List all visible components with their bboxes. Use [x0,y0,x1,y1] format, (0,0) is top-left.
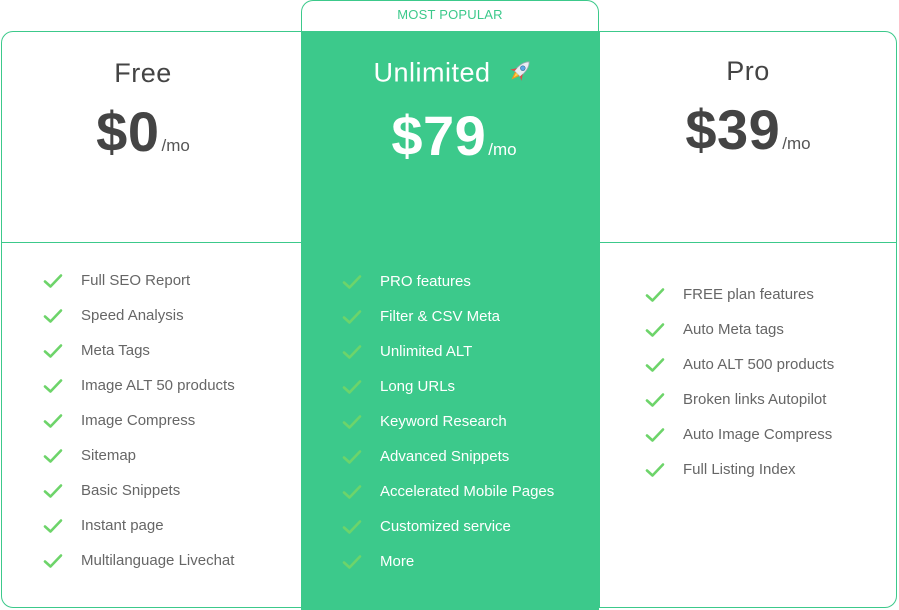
feature-label: Image Compress [81,412,196,429]
feature-label: Keyword Research [380,413,507,430]
checkmark-icon [43,343,63,359]
feature-item: Accelerated Mobile Pages [342,474,554,509]
price-period: /mo [161,136,190,155]
plan-free-features: Full SEO Report Speed Analysis Meta Tags Im… [43,263,235,578]
checkmark-icon [342,414,362,430]
price-period: /mo [782,134,811,153]
checkmark-icon [342,274,362,290]
plan-price: $79 [391,104,487,167]
feature-item: FREE plan features [645,277,834,312]
plan-price: $39 [685,98,781,161]
header-divider [1,242,897,243]
feature-item: Speed Analysis [43,298,235,333]
checkmark-icon [645,462,665,478]
plan-pro-header: Pro $39 /mo [599,56,897,162]
plan-free-header: Free $0 /mo [1,58,285,164]
most-popular-badge: MOST POPULAR [301,0,599,31]
feature-item: Auto Meta tags [645,312,834,347]
checkmark-icon [342,484,362,500]
feature-label: Basic Snippets [81,482,181,499]
feature-item: Long URLs [342,369,554,404]
feature-label: Auto Meta tags [683,321,784,338]
checkmark-icon [43,448,63,464]
feature-item: Basic Snippets [43,473,235,508]
checkmark-icon [342,519,362,535]
feature-label: Auto Image Compress [683,426,833,443]
feature-label: Auto ALT 500 products [683,356,835,373]
feature-item: Image ALT 50 products [43,368,235,403]
feature-label: FREE plan features [683,286,814,303]
feature-item: Multilanguage Livechat [43,543,235,578]
feature-label: PRO features [380,273,471,290]
feature-label: Filter & CSV Meta [380,308,501,325]
plan-name: Unlimited [373,57,491,88]
plan-unlimited-features: PRO features Filter & CSV Meta Unlimited A… [342,264,554,579]
checkmark-icon [645,427,665,443]
feature-label: Full Listing Index [683,461,796,478]
plan-unlimited-header: Unlimited $79 /mo [301,56,607,168]
feature-item: PRO features [342,264,554,299]
feature-label: Multilanguage Livechat [81,552,235,569]
feature-label: Accelerated Mobile Pages [380,483,555,500]
checkmark-icon [645,392,665,408]
feature-label: Broken links Autopilot [683,391,827,408]
checkmark-icon [43,308,63,324]
feature-item: Auto Image Compress [645,417,834,452]
plan-pro-features: FREE plan features Auto Meta tags Auto ALT… [645,277,834,487]
feature-label: Instant page [81,517,164,534]
feature-item: Auto ALT 500 products [645,347,834,382]
feature-label: Meta Tags [81,342,150,359]
feature-item: Full Listing Index [645,452,834,487]
checkmark-icon [342,309,362,325]
checkmark-icon [43,553,63,569]
checkmark-icon [645,357,665,373]
feature-item: More [342,544,554,579]
feature-label: Speed Analysis [81,307,184,324]
feature-label: Image ALT 50 products [81,377,235,394]
feature-item: Instant page [43,508,235,543]
checkmark-icon [342,554,362,570]
checkmark-icon [43,483,63,499]
feature-item: Customized service [342,509,554,544]
feature-label: Advanced Snippets [380,448,510,465]
checkmark-icon [342,344,362,360]
feature-label: Unlimited ALT [380,343,473,360]
plan-name: Pro [726,56,770,86]
feature-label: Sitemap [81,447,137,464]
feature-item: Image Compress [43,403,235,438]
checkmark-icon [342,379,362,395]
feature-item: Keyword Research [342,404,554,439]
checkmark-icon [43,413,63,429]
rocket-icon [505,56,535,93]
feature-item: Unlimited ALT [342,334,554,369]
price-period: /mo [488,140,517,159]
feature-label: Full SEO Report [81,272,191,289]
checkmark-icon [43,518,63,534]
checkmark-icon [645,287,665,303]
feature-item: Broken links Autopilot [645,382,834,417]
feature-item: Meta Tags [43,333,235,368]
plan-price: $0 [96,100,160,163]
feature-item: Sitemap [43,438,235,473]
plan-name: Free [114,58,172,88]
checkmark-icon [43,378,63,394]
feature-item: Filter & CSV Meta [342,299,554,334]
checkmark-icon [43,273,63,289]
feature-label: Long URLs [380,378,456,395]
feature-label: More [380,553,415,570]
checkmark-icon [342,449,362,465]
feature-label: Customized service [380,518,511,535]
feature-item: Advanced Snippets [342,439,554,474]
checkmark-icon [645,322,665,338]
feature-item: Full SEO Report [43,263,235,298]
